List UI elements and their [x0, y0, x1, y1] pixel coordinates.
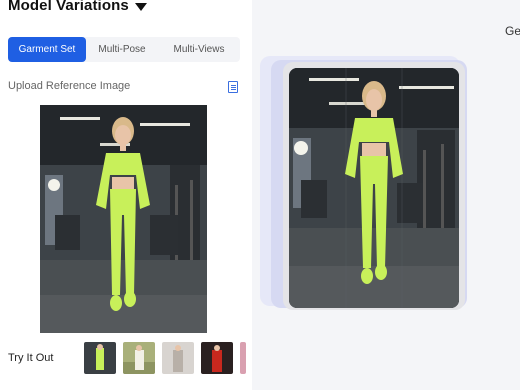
tab-multi-pose[interactable]: Multi-Pose — [86, 37, 158, 62]
sample-thumbnails — [84, 342, 246, 374]
tab-multi-views[interactable]: Multi-Views — [158, 37, 240, 62]
sample-thumbnail[interactable] — [240, 342, 246, 374]
sample-thumbnail[interactable] — [84, 342, 116, 374]
sample-thumbnail[interactable] — [201, 342, 233, 374]
sample-thumbnail[interactable] — [162, 342, 194, 374]
preview-card[interactable] — [283, 62, 465, 310]
settings-panel: Model Variations Garment Set Multi-Pose … — [0, 0, 252, 390]
mode-tabs: Garment Set Multi-Pose Multi-Views — [8, 37, 240, 62]
app: Model Variations Garment Set Multi-Pose … — [0, 0, 520, 390]
preview-heading: Ge — [505, 24, 520, 38]
tab-garment-set[interactable]: Garment Set — [8, 37, 86, 62]
caret-down-icon — [134, 2, 147, 11]
model-variations-dropdown[interactable]: Model Variations — [8, 0, 147, 14]
sample-thumbnail[interactable] — [123, 342, 155, 374]
panel-title: Model Variations — [8, 0, 129, 14]
reference-image[interactable] — [40, 105, 207, 333]
upload-reference-label: Upload Reference Image — [8, 80, 131, 92]
preview-image — [289, 68, 459, 308]
try-it-out-label: Try It Out — [8, 352, 54, 364]
document-icon[interactable] — [228, 81, 238, 93]
